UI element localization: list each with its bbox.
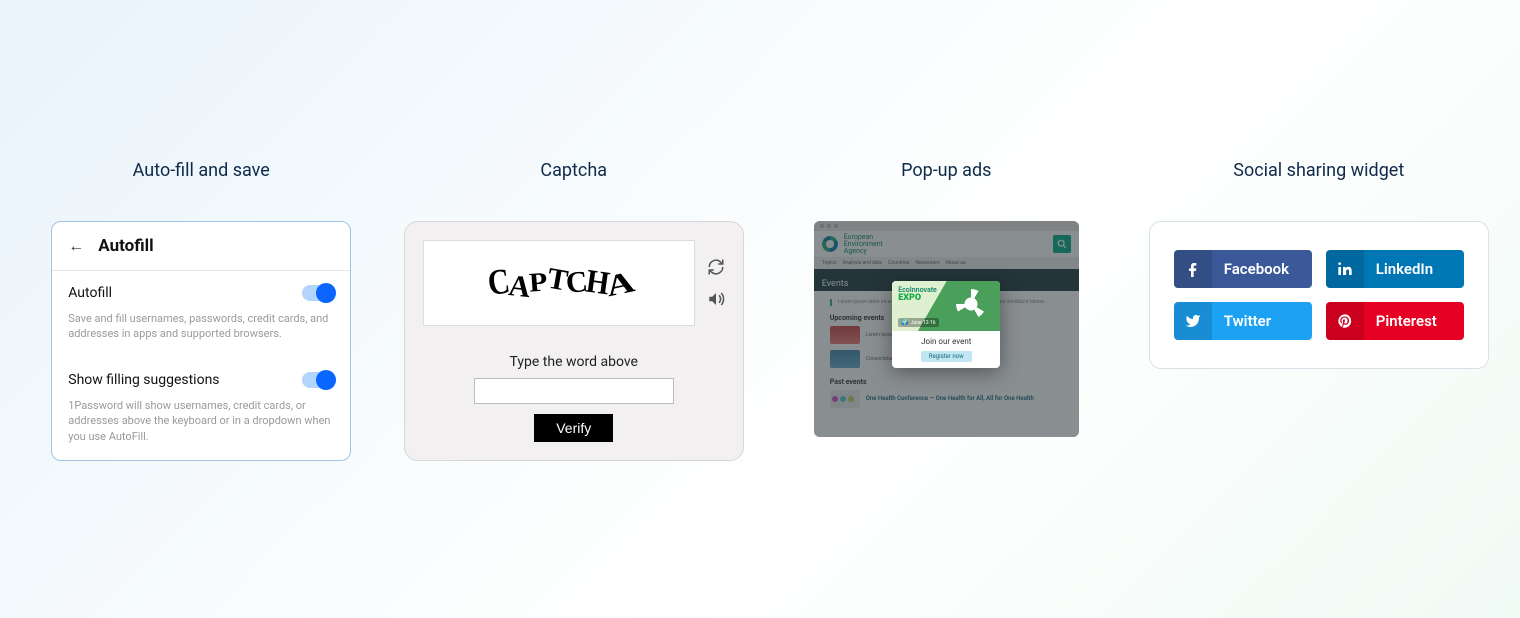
pinterest-label: Pinterest [1364, 312, 1464, 330]
autofill-header: ← Autofill [52, 222, 350, 271]
modal-date: June 12-16 [898, 318, 938, 327]
pinterest-button[interactable]: Pinterest [1326, 302, 1464, 340]
modal-hero: EcoInnovate EXPO June 12-16 [892, 281, 1000, 331]
refresh-icon[interactable] [707, 258, 725, 276]
column-autofill: Auto-fill and save ← Autofill Autofill S… [30, 160, 373, 461]
autofill-option-2: Show filling suggestions 1Password will … [52, 358, 350, 460]
linkedin-label: LinkedIn [1364, 260, 1464, 278]
facebook-label: Facebook [1212, 260, 1312, 278]
column-title: Captcha [540, 160, 607, 181]
facebook-icon [1174, 250, 1212, 288]
autofill-desc: Save and fill usernames, passwords, cred… [68, 311, 334, 342]
suggestions-label: Show filling suggestions [68, 372, 219, 388]
modal-title: Join our event [898, 337, 994, 346]
captcha-instruction: Type the word above [510, 354, 638, 370]
captcha-image: CAPTCHA [423, 240, 695, 326]
twitter-button[interactable]: Twitter [1174, 302, 1312, 340]
modal-brand: EcoInnovate EXPO [898, 287, 937, 303]
autofill-title: Autofill [98, 236, 153, 256]
audio-icon[interactable] [707, 290, 725, 308]
popup-browser: European Environment Agency TopicsAnalys… [814, 221, 1079, 437]
pinterest-icon [1326, 302, 1364, 340]
captcha-input[interactable] [474, 378, 674, 404]
autofill-card: ← Autofill Autofill Save and fill userna… [51, 221, 351, 461]
social-card: Facebook LinkedIn Twitter Pinterest [1149, 221, 1489, 369]
suggestions-desc: 1Password will show usernames, credit ca… [68, 398, 334, 444]
suggestions-toggle[interactable] [302, 372, 334, 388]
verify-button[interactable]: Verify [534, 414, 613, 442]
column-captcha: Captcha CAPTCHA Type the word above Veri… [403, 160, 746, 461]
column-title: Social sharing widget [1233, 160, 1404, 181]
column-popup: Pop-up ads European Environment Agency T… [775, 160, 1118, 437]
windmill-icon [956, 289, 986, 319]
column-social: Social sharing widget Facebook LinkedIn … [1148, 160, 1491, 369]
popup-modal: EcoInnovate EXPO June 12-16 Join our eve… [892, 281, 1000, 368]
register-button[interactable]: Register now [921, 351, 972, 362]
column-title: Auto-fill and save [133, 160, 270, 181]
twitter-icon [1174, 302, 1212, 340]
linkedin-icon [1326, 250, 1364, 288]
facebook-button[interactable]: Facebook [1174, 250, 1312, 288]
linkedin-button[interactable]: LinkedIn [1326, 250, 1464, 288]
autofill-label: Autofill [68, 285, 112, 301]
back-icon[interactable]: ← [68, 236, 84, 256]
autofill-option-1: Autofill Save and fill usernames, passwo… [52, 271, 350, 358]
column-title: Pop-up ads [901, 160, 991, 181]
twitter-label: Twitter [1212, 312, 1312, 330]
captcha-card: CAPTCHA Type the word above Verify [404, 221, 744, 461]
autofill-toggle[interactable] [302, 285, 334, 301]
